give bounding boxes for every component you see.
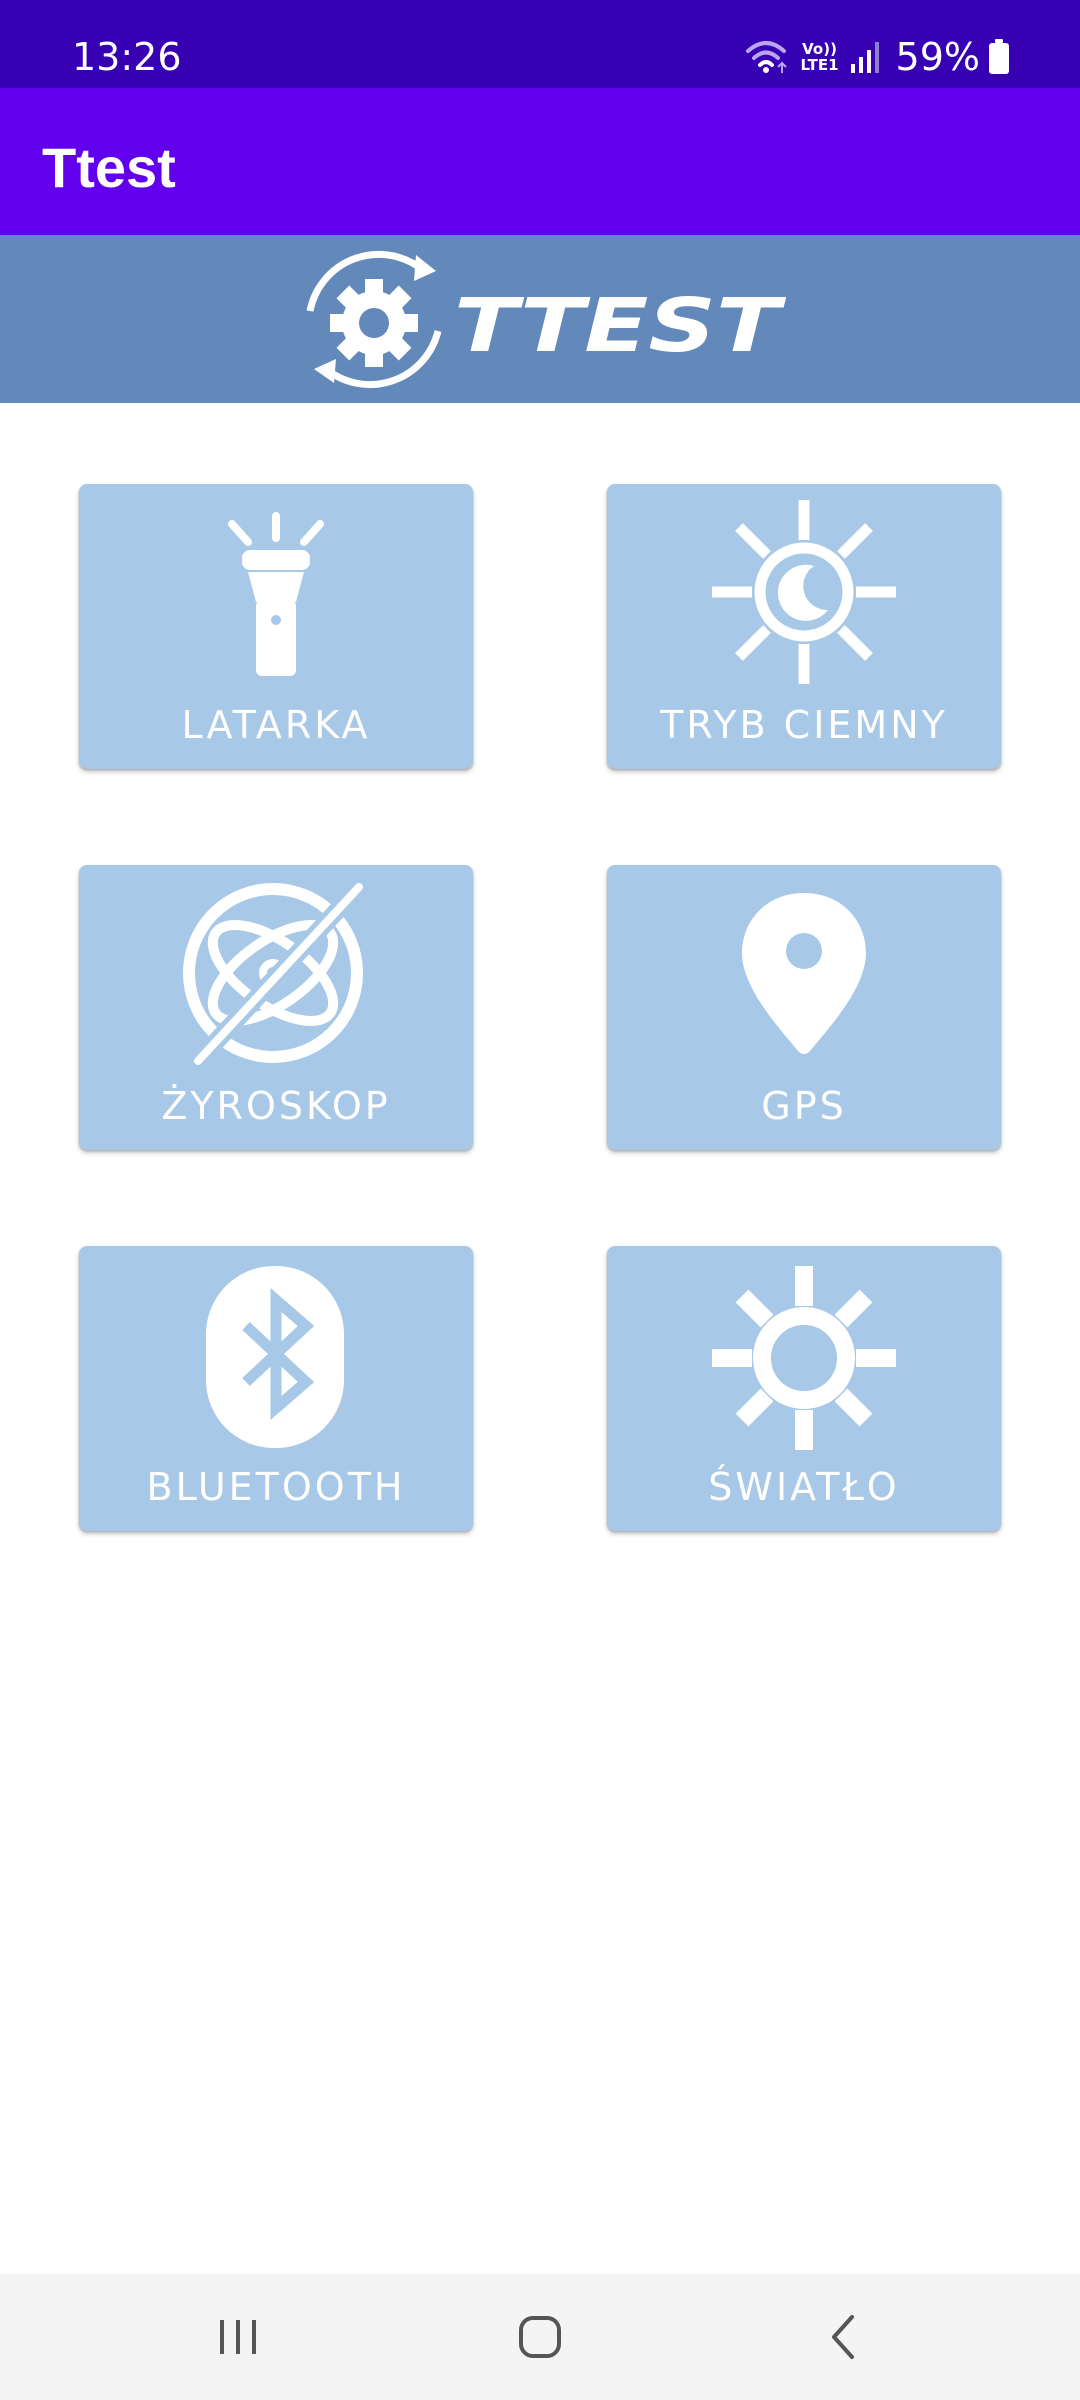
back-icon[interactable] — [802, 2302, 882, 2372]
battery-icon — [989, 39, 1009, 74]
tile-bluetooth[interactable]: BLUETOOTH — [79, 1246, 473, 1531]
logo-text: TTEST — [454, 283, 786, 369]
dark-mode-icon — [712, 500, 896, 684]
tile-label: TRYB CIEMNY — [660, 703, 948, 747]
volte-line2: LTE1 — [800, 56, 839, 74]
tile-label: ŚWIATŁO — [708, 1465, 900, 1509]
tile-label: BLUETOOTH — [146, 1465, 406, 1509]
gear-refresh-logo-icon — [306, 250, 442, 389]
logo-banner: TTEST — [0, 235, 1080, 403]
volte-line1: Vo)) — [802, 40, 837, 58]
app-title: Ttest — [42, 136, 176, 199]
signal-icon — [850, 42, 879, 73]
tile-label: ŻYROSKOP — [161, 1084, 391, 1128]
volte-icon: Vo)) LTE1 — [798, 37, 842, 77]
battery-percent: 59% — [895, 35, 980, 79]
status-icons: Vo)) LTE1 59% — [744, 34, 1010, 80]
location-pin-icon — [742, 893, 866, 1054]
light-sensor-icon — [712, 1266, 896, 1450]
flashlight-icon — [228, 512, 324, 676]
wifi-icon — [745, 41, 787, 73]
gyroscope-off-icon — [183, 880, 366, 1068]
app-logo: TTEST — [306, 250, 786, 389]
tile-tryb-ciemny[interactable]: TRYB CIEMNY — [607, 484, 1001, 769]
status-time: 13:26 — [72, 35, 182, 79]
app-bar: Ttest — [0, 88, 1080, 235]
home-icon[interactable] — [500, 2302, 580, 2372]
system-nav-bar — [0, 2274, 1080, 2400]
tile-label: GPS — [761, 1084, 847, 1128]
tile-swiatlo[interactable]: ŚWIATŁO — [607, 1246, 1001, 1531]
status-bar: 13:26 Vo)) LTE1 59% — [0, 0, 1080, 88]
tile-label: LATARKA — [181, 703, 371, 747]
bluetooth-icon — [206, 1266, 344, 1448]
tile-zyroskop[interactable]: ŻYROSKOP — [79, 865, 473, 1150]
tile-gps[interactable]: GPS — [607, 865, 1001, 1150]
recents-icon[interactable] — [198, 2302, 278, 2372]
tile-latarka[interactable]: LATARKA — [79, 484, 473, 769]
